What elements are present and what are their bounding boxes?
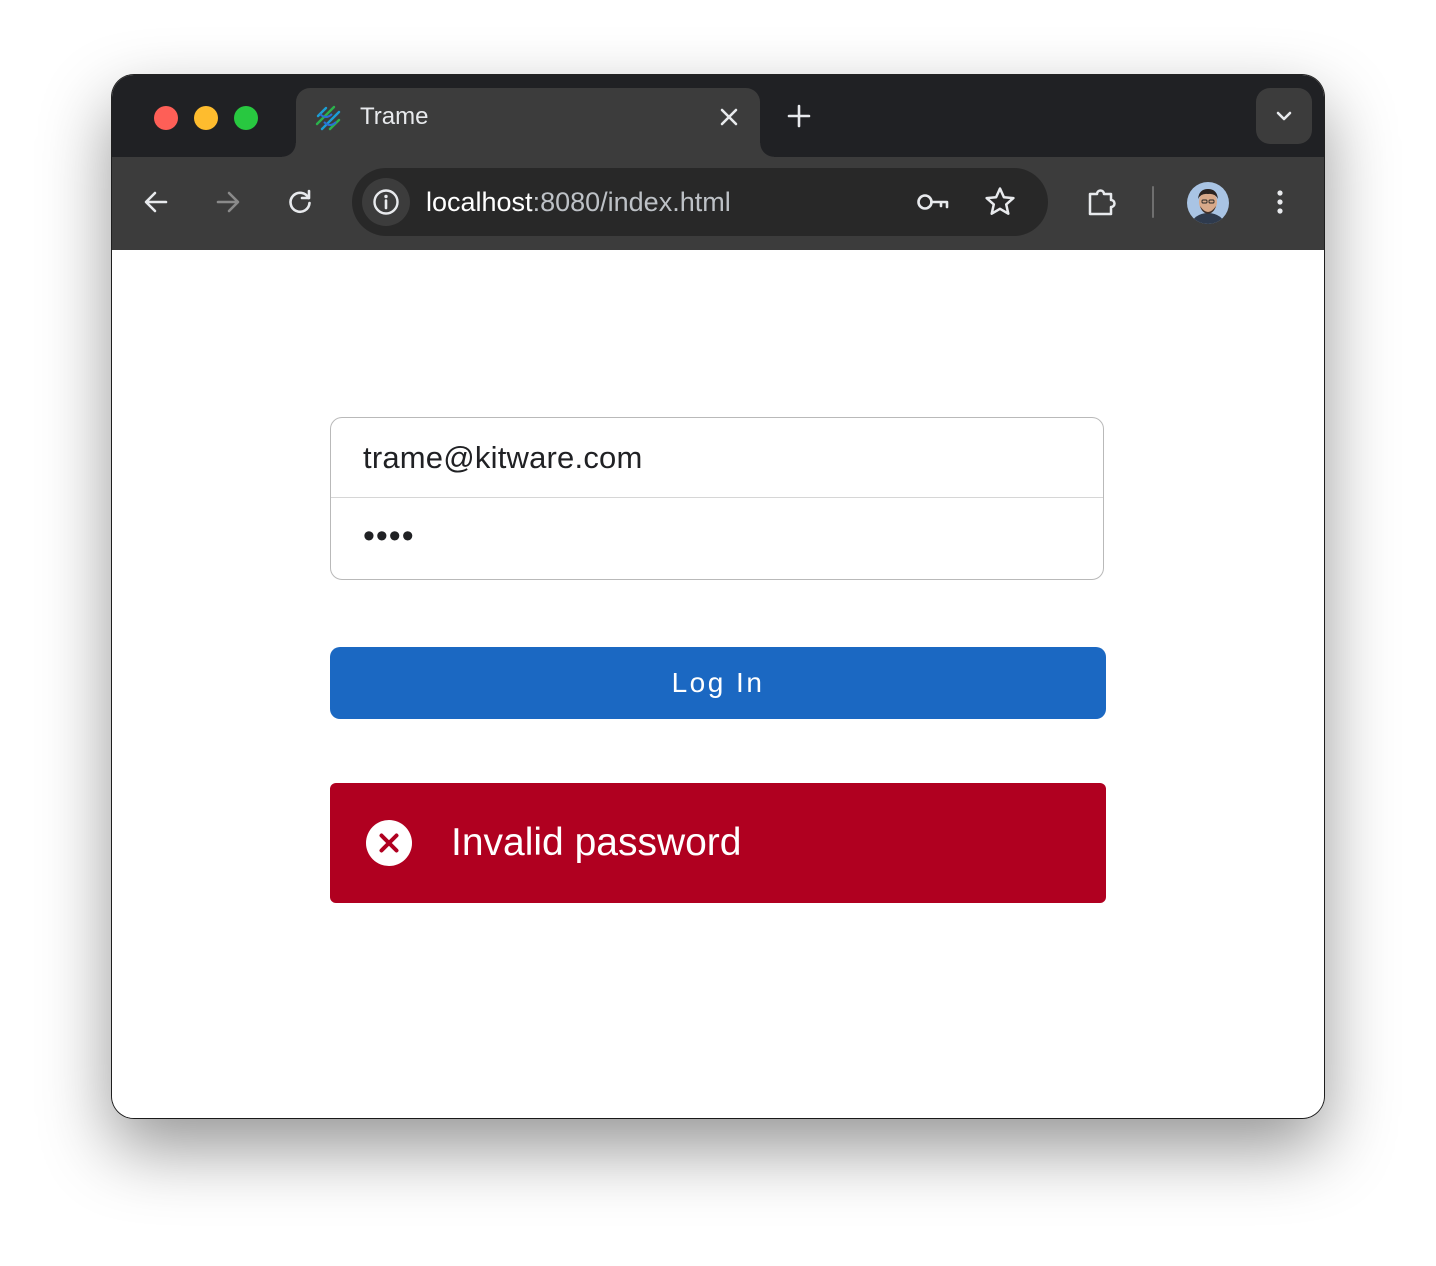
password-value: ••••: [363, 517, 415, 555]
reload-button[interactable]: [280, 182, 320, 222]
profile-avatar[interactable]: [1187, 182, 1229, 224]
puzzle-icon: [1088, 189, 1116, 216]
chevron-down-icon: [1276, 111, 1292, 121]
arrow-right-icon: [216, 191, 240, 213]
trame-logo-icon: [312, 102, 344, 134]
tab-strip: Trame: [112, 75, 1324, 157]
address-bar[interactable]: localhost:8080/index.html: [352, 168, 1048, 236]
reload-icon: [289, 189, 311, 214]
close-window-button[interactable]: [154, 106, 178, 130]
close-tab-icon[interactable]: [714, 102, 744, 132]
new-tab-icon[interactable]: [784, 101, 814, 131]
page-content: trame@kitware.com •••• Log In Invalid pa…: [112, 250, 1324, 1118]
alert-message: Invalid password: [451, 821, 742, 864]
email-field[interactable]: trame@kitware.com: [331, 418, 1103, 498]
url-path: :8080/index.html: [532, 187, 731, 217]
minimize-window-button[interactable]: [194, 106, 218, 130]
browser-toolbar: localhost:8080/index.html: [112, 157, 1324, 250]
extensions-button[interactable]: [1082, 182, 1122, 222]
info-icon: [373, 189, 399, 215]
site-info-button[interactable]: [362, 178, 410, 226]
back-button[interactable]: [136, 182, 176, 222]
bookmark-star-icon[interactable]: [982, 184, 1018, 220]
browser-window: Trame localhost:8080/index.html trame@ki…: [112, 75, 1324, 1118]
credentials-group: trame@kitware.com ••••: [330, 417, 1104, 580]
tab-title: Trame: [360, 103, 429, 130]
toolbar-divider: [1152, 186, 1154, 218]
menu-button[interactable]: [1260, 182, 1300, 222]
url-text: localhost:8080/index.html: [426, 186, 731, 218]
email-value: trame@kitware.com: [363, 440, 643, 475]
login-button[interactable]: Log In: [330, 647, 1106, 719]
password-field[interactable]: ••••: [331, 499, 1103, 579]
error-circle-icon: [366, 820, 412, 866]
error-alert: Invalid password: [330, 783, 1106, 903]
url-host: localhost: [426, 187, 533, 217]
tab-search-button[interactable]: [1256, 88, 1312, 144]
arrow-left-icon: [144, 191, 168, 213]
forward-button[interactable]: [208, 182, 248, 222]
tab-trame[interactable]: Trame: [282, 88, 774, 157]
more-vertical-icon: [1277, 190, 1283, 214]
maximize-window-button[interactable]: [234, 106, 258, 130]
password-key-icon[interactable]: [914, 184, 950, 220]
